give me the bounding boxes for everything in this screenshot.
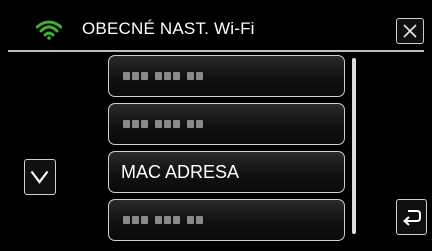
back-button[interactable] — [396, 199, 427, 235]
obscured-label — [123, 120, 203, 128]
obscured-label — [123, 72, 203, 80]
menu-item-4[interactable] — [108, 199, 345, 241]
scrollbar[interactable] — [352, 58, 356, 234]
wifi-settings-screen: OBECNÉ NAST. Wi-Fi MAC ADRESA — [0, 0, 432, 251]
chevron-down-icon — [30, 170, 49, 184]
header-bar: OBECNÉ NAST. Wi-Fi — [0, 0, 432, 52]
page-title: OBECNÉ NAST. Wi-Fi — [82, 19, 255, 38]
menu-item-2[interactable] — [108, 103, 345, 145]
return-icon — [402, 210, 421, 226]
close-icon — [403, 24, 417, 38]
header-divider — [8, 50, 424, 52]
obscured-label — [123, 216, 203, 224]
menu-item-mac-address[interactable]: MAC ADRESA — [108, 151, 345, 193]
menu-item-1[interactable] — [108, 55, 345, 97]
wifi-icon — [36, 20, 62, 40]
menu-item-label: MAC ADRESA — [121, 162, 240, 182]
close-button[interactable] — [396, 18, 424, 44]
scroll-down-button[interactable] — [24, 159, 56, 195]
